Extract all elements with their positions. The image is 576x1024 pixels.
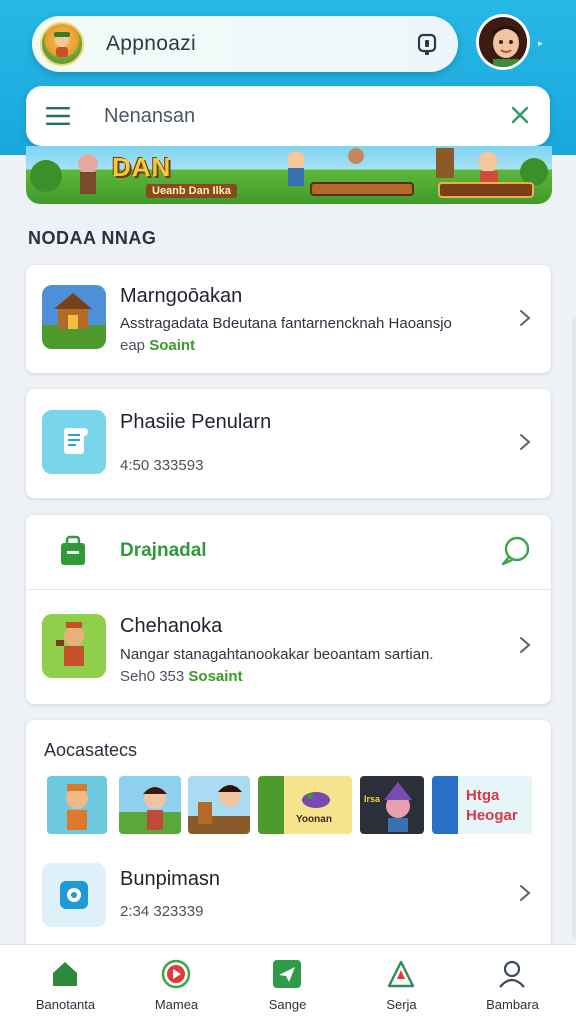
banner-progress-bar bbox=[310, 182, 414, 196]
document-icon bbox=[42, 410, 106, 474]
banner-subtitle: Ueanb Dan Ilka bbox=[146, 184, 237, 198]
item-title: Bunpimasn bbox=[120, 868, 221, 890]
nav-label: Banotanta bbox=[35, 997, 96, 1012]
nav-item-record[interactable]: Mamea bbox=[119, 945, 234, 1024]
nav-item-send[interactable]: Sange bbox=[230, 945, 345, 1024]
associates-title: Aocasatecs bbox=[44, 740, 138, 760]
associate-thumbnail[interactable] bbox=[119, 776, 181, 834]
chevron-right-icon[interactable] bbox=[519, 636, 531, 654]
person-icon bbox=[499, 960, 525, 988]
nav-label: Bambara bbox=[486, 997, 539, 1012]
nav-label: Mamea bbox=[154, 997, 199, 1012]
nav-item-home[interactable]: Banotanta bbox=[8, 945, 123, 1024]
search-bar[interactable] bbox=[26, 86, 550, 146]
thumbnail-caption: Yoonan bbox=[296, 814, 332, 825]
nav-label: Sange bbox=[268, 997, 307, 1012]
record-icon bbox=[161, 959, 191, 989]
promo-banner[interactable]: DAN Ueanb Dan Ilka bbox=[26, 146, 552, 204]
game-thumbnail-icon bbox=[42, 285, 106, 349]
bottom-navigation: Banotanta Mamea Sange Serja Bambara bbox=[0, 944, 576, 1024]
item-meta: Seh0 353 Sosaint bbox=[120, 668, 243, 685]
card-title: Phasiie Penularn bbox=[120, 411, 272, 433]
character-thumbnail-icon bbox=[42, 614, 106, 678]
associate-thumbnail[interactable]: Irsa bbox=[360, 776, 424, 834]
list-card[interactable]: Marngoōakan Asstragadata Bdeutana fantar… bbox=[26, 265, 551, 373]
chat-icon[interactable] bbox=[499, 535, 531, 567]
menu-icon[interactable] bbox=[46, 107, 70, 125]
thumbnail-caption: Htga Heogar bbox=[466, 787, 518, 824]
item-subtitle: Nangar stanagahtanookakar beoantam sarti… bbox=[120, 646, 434, 663]
list-card[interactable]: Phasiie Penularn 4:50 333593 bbox=[26, 389, 551, 498]
more-indicator-icon[interactable]: ▸ bbox=[538, 38, 544, 48]
shopping-bag-icon bbox=[61, 535, 85, 565]
item-meta-prefix: Seh0 353 bbox=[120, 668, 185, 685]
card-subtitle: Asstragadata Bdeutana fantarnencknah Hao… bbox=[120, 315, 452, 332]
app-logo-icon bbox=[40, 22, 84, 66]
item-meta: 2:34 323339 bbox=[120, 903, 204, 920]
nav-item-profile[interactable]: Bambara bbox=[455, 945, 570, 1024]
banner-title: DAN bbox=[112, 152, 172, 182]
associate-thumbnail[interactable]: Htga Heogar bbox=[432, 776, 532, 834]
banner-button[interactable] bbox=[438, 182, 534, 198]
chevron-right-icon[interactable] bbox=[519, 884, 531, 902]
group-title: Drajnadal bbox=[120, 540, 207, 561]
card-title: Marngoōakan bbox=[120, 285, 243, 307]
card-meta-highlight: Soaint bbox=[149, 337, 196, 354]
list-item[interactable]: Chehanoka Nangar stanagahtanookakar beoa… bbox=[26, 590, 551, 704]
card-meta: eap Soaint bbox=[120, 337, 195, 354]
search-input[interactable] bbox=[104, 104, 464, 128]
card-meta-prefix: eap bbox=[120, 337, 146, 354]
chevron-right-icon[interactable] bbox=[519, 433, 531, 451]
shape-icon bbox=[387, 960, 415, 988]
plane-icon bbox=[273, 960, 301, 988]
associate-thumbnail[interactable] bbox=[47, 776, 107, 834]
app-title: Appnoazi bbox=[106, 32, 196, 55]
wallet-icon bbox=[42, 863, 106, 927]
associate-thumbnail[interactable] bbox=[188, 776, 250, 834]
chevron-right-icon[interactable] bbox=[519, 309, 531, 327]
associate-thumbnail[interactable]: Yoonan bbox=[258, 776, 352, 834]
item-meta-highlight: Sosaint bbox=[188, 668, 243, 685]
app-title-bar[interactable]: Appnoazi bbox=[32, 16, 458, 72]
section-title: NODAA NNAG bbox=[28, 228, 157, 248]
thumbnail-caption: Irsa bbox=[364, 794, 381, 804]
home-icon bbox=[53, 962, 77, 986]
user-avatar[interactable] bbox=[476, 14, 530, 70]
item-title: Chehanoka bbox=[120, 615, 223, 637]
scrollbar[interactable] bbox=[572, 318, 576, 938]
notification-icon[interactable] bbox=[416, 32, 438, 56]
nav-item-shape[interactable]: Serja bbox=[344, 945, 459, 1024]
group-card: Drajnadal Chehanoka Nangar stanagahtanoo… bbox=[26, 515, 551, 704]
nav-label: Serja bbox=[386, 997, 417, 1012]
card-meta: 4:50 333593 bbox=[120, 457, 204, 474]
close-icon[interactable] bbox=[510, 105, 530, 125]
list-item[interactable]: Bunpimasn 2:34 323339 bbox=[26, 846, 551, 942]
